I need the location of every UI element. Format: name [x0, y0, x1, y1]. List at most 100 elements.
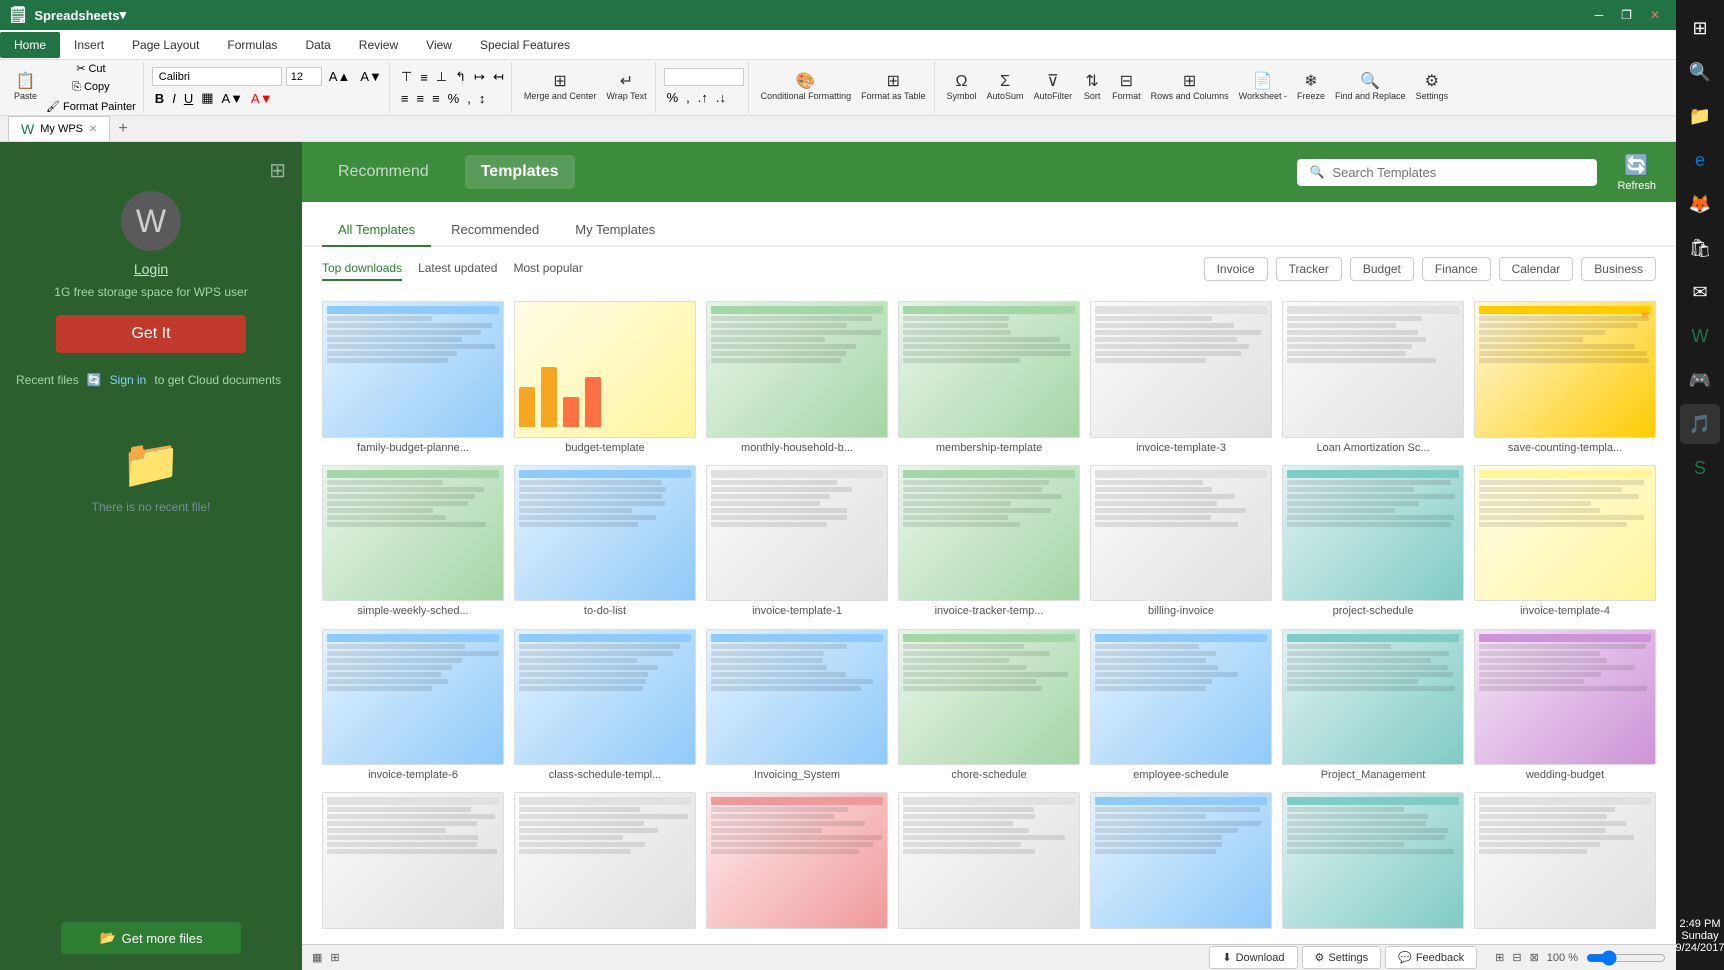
tag-pill-calendar[interactable]: Calendar [1499, 257, 1574, 281]
sub-filter-top-downloads[interactable]: Top downloads [322, 257, 402, 281]
border-button[interactable]: ▦ [198, 88, 216, 108]
search-templates-input[interactable] [1332, 165, 1585, 180]
taskbar-explorer[interactable]: 📁 [1680, 96, 1720, 136]
fill-color-button[interactable]: A▼ [219, 88, 247, 108]
template-item[interactable]: chore-schedule [898, 629, 1080, 783]
increase-font-button[interactable]: A▲ [326, 67, 354, 86]
italic-button[interactable]: I [169, 88, 179, 108]
template-item[interactable]: invoice-template-4 [1474, 465, 1656, 619]
template-item[interactable] [898, 792, 1080, 934]
close-button[interactable]: ✕ [1642, 6, 1668, 24]
template-item[interactable]: project-schedule [1282, 465, 1464, 619]
view-normal-icon[interactable]: ⊞ [1495, 951, 1504, 964]
autofilter-button[interactable]: ⊽ AutoFilter [1030, 64, 1077, 112]
align-bottom-button[interactable]: ⊥ [433, 67, 450, 87]
taskbar-wps[interactable]: W [1680, 316, 1720, 356]
minimize-button[interactable]: ─ [1587, 6, 1612, 24]
taskbar-steam[interactable]: 🎮 [1680, 360, 1720, 400]
template-item[interactable]: employee-schedule [1090, 629, 1272, 783]
font-size-input[interactable] [286, 67, 322, 86]
template-item[interactable] [1090, 792, 1272, 934]
align-right-button[interactable]: ≡ [429, 89, 443, 108]
conditional-formatting-button[interactable]: 🎨 Conditional Formatting [757, 64, 856, 112]
menu-tab-view[interactable]: View [412, 32, 466, 58]
menu-tab-review[interactable]: Review [345, 32, 412, 58]
percent-button[interactable]: % [445, 89, 463, 108]
get-more-files-button[interactable]: 📂 Get more files [61, 922, 241, 954]
template-item[interactable] [1282, 792, 1464, 934]
settings-button[interactable]: ⚙ Settings [1412, 64, 1453, 112]
symbol-button[interactable]: Ω Symbol [943, 64, 981, 112]
header-tab-templates[interactable]: Templates [465, 155, 575, 189]
align-center-button[interactable]: ≡ [413, 89, 427, 108]
menu-tab-home[interactable]: Home [0, 32, 60, 58]
template-item[interactable] [1474, 792, 1656, 934]
cut-button[interactable]: ✂ Cut [43, 60, 139, 77]
freeze-button[interactable]: ❄ Freeze [1293, 64, 1329, 112]
worksheet-button[interactable]: 📄 Worksheet - [1235, 64, 1291, 112]
find-replace-button[interactable]: 🔍 Find and Replace [1331, 64, 1410, 112]
settings-status-button[interactable]: ⚙ Settings [1302, 946, 1382, 969]
menu-tab-insert[interactable]: Insert [60, 32, 118, 58]
wrap-text-button[interactable]: ↵ Wrap Text [602, 64, 650, 112]
number-format-btn2[interactable]: % [664, 88, 682, 107]
template-item[interactable]: budget-template [514, 301, 696, 455]
menu-tab-data[interactable]: Data [291, 32, 344, 58]
taskbar-app2[interactable]: S [1680, 448, 1720, 488]
taskbar-mail[interactable]: ✉ [1680, 272, 1720, 312]
template-item[interactable]: family-budget-planne... [322, 301, 504, 455]
increase-dec-btn[interactable]: .↑ [695, 88, 711, 107]
view-page-icon[interactable]: ⊟ [1512, 951, 1521, 964]
download-button[interactable]: ⬇ Download [1209, 946, 1297, 969]
refresh-button[interactable]: 🔄 Refresh [1617, 153, 1656, 192]
template-item[interactable]: invoice-template-3 [1090, 301, 1272, 455]
login-text[interactable]: Login [134, 261, 168, 277]
template-item[interactable] [322, 792, 504, 934]
template-item[interactable]: billing-invoice [1090, 465, 1272, 619]
indent-less-button[interactable]: ↤ [490, 67, 507, 87]
header-tab-recommend[interactable]: Recommend [322, 155, 445, 189]
format-button[interactable]: ⊟ Format [1108, 64, 1145, 112]
font-color-button[interactable]: A▼ [248, 88, 276, 108]
taskbar-audacity[interactable]: 🎵 [1680, 404, 1720, 444]
menu-tab-page-layout[interactable]: Page Layout [118, 32, 213, 58]
taskbar-edge[interactable]: e [1680, 140, 1720, 180]
taskbar-store[interactable]: 🛍 [1680, 228, 1720, 268]
menu-tab-special-features[interactable]: Special Features [466, 32, 584, 58]
autosum-button[interactable]: Σ AutoSum [983, 64, 1028, 112]
filter-tab-recommended[interactable]: Recommended [435, 214, 555, 247]
underline-button[interactable]: U [181, 88, 196, 108]
number-format-input[interactable] [664, 68, 744, 86]
bold-button[interactable]: B [152, 88, 167, 108]
title-dropdown-arrow[interactable]: ▾ [120, 7, 127, 23]
tag-pill-business[interactable]: Business [1581, 257, 1656, 281]
template-item[interactable]: ★save-counting-templa... [1474, 301, 1656, 455]
template-item[interactable] [706, 792, 888, 934]
tag-pill-tracker[interactable]: Tracker [1276, 257, 1342, 281]
text-direction-button[interactable]: ↰ [452, 67, 469, 87]
align-top-button[interactable]: ⊤ [398, 67, 415, 87]
font-name-input[interactable] [152, 67, 282, 86]
indent-more-button[interactable]: ↦ [471, 67, 488, 87]
format-painter-button[interactable]: 🖌 Format Painter [43, 98, 139, 115]
template-item[interactable]: Loan Amortization Sc... [1282, 301, 1464, 455]
template-item[interactable]: wedding-budget [1474, 629, 1656, 783]
comma-button[interactable]: , [464, 89, 474, 108]
filter-tab-all-templates[interactable]: All Templates [322, 214, 431, 247]
view-full-icon[interactable]: ⊠ [1530, 951, 1539, 964]
rows-columns-button[interactable]: ⊞ Rows and Columns [1147, 64, 1233, 112]
taskbar-start[interactable]: ⊞ [1680, 8, 1720, 48]
template-item[interactable]: simple-weekly-sched... [322, 465, 504, 619]
paste-button[interactable]: 📋 Paste [10, 64, 41, 112]
merge-button[interactable]: ⊞ Merge and Center [520, 64, 601, 112]
template-item[interactable]: invoice-template-1 [706, 465, 888, 619]
feedback-button[interactable]: 💬 Feedback [1385, 946, 1477, 969]
num-format-button[interactable]: ↕ [476, 89, 489, 108]
get-it-button[interactable]: Get It [56, 315, 246, 353]
sub-filter-most-popular[interactable]: Most popular [513, 257, 582, 281]
tag-pill-invoice[interactable]: Invoice [1204, 257, 1268, 281]
decrease-font-button[interactable]: A▼ [357, 67, 385, 86]
sort-button[interactable]: ⇅ Sort [1078, 64, 1106, 112]
doc-tab-mywps[interactable]: W My WPS ✕ [8, 116, 110, 141]
copy-button[interactable]: ⎘ Copy [43, 79, 139, 96]
